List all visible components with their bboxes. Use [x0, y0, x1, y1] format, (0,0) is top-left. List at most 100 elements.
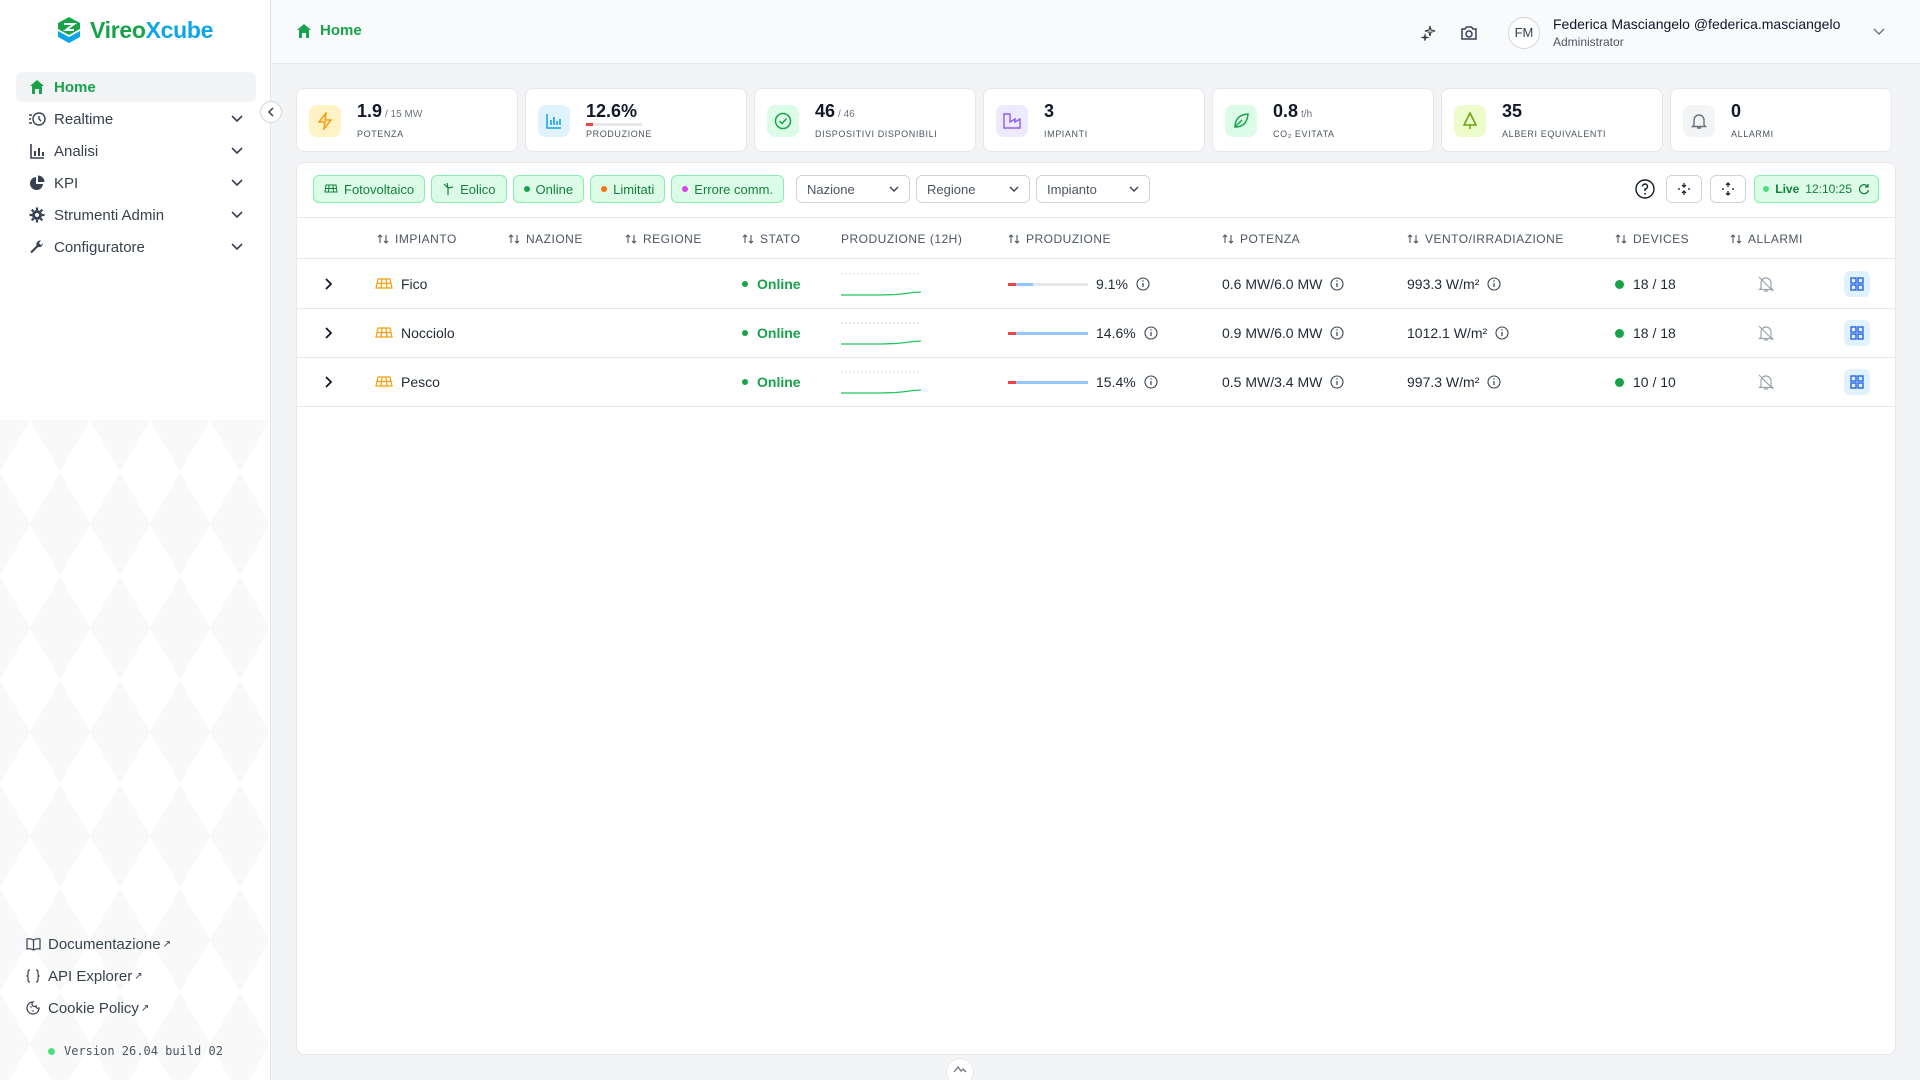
- kpi-card-potenza[interactable]: 1.9/ 15 MW Potenza: [296, 88, 518, 152]
- column-header-regione[interactable]: Regione: [625, 232, 702, 246]
- sparkline-cell: [841, 366, 921, 396]
- production-bar: [1008, 282, 1088, 286]
- nav-item-analisi[interactable]: Analisi: [16, 136, 256, 166]
- column-header-nazione[interactable]: Nazione: [508, 232, 583, 246]
- status-label: Online: [757, 374, 801, 390]
- plant-name-cell[interactable]: Nocciolo: [375, 325, 455, 341]
- nav-item-label: Realtime: [54, 110, 114, 128]
- bottom-panel-toggle[interactable]: [946, 1058, 974, 1080]
- info-icon[interactable]: [1495, 326, 1509, 340]
- filter-chip-eolico[interactable]: Eolico: [431, 175, 507, 203]
- table-row[interactable]: Fico Online 9.1% 0.6 MW/6.0 MW 993.3 W/m…: [297, 260, 1895, 309]
- info-icon[interactable]: [1330, 375, 1344, 389]
- help-circle-icon: [1635, 179, 1655, 199]
- kpi-card-co2[interactable]: 0.8 t/h CO₂ Evitata: [1212, 88, 1434, 152]
- nav-item-strumenti-admin[interactable]: Strumenti Admin: [16, 200, 256, 230]
- column-header-devices[interactable]: Devices: [1615, 232, 1689, 246]
- nav-item-realtime[interactable]: Realtime: [16, 104, 256, 134]
- help-button[interactable]: [1632, 175, 1659, 203]
- column-header-vento[interactable]: Vento/Irradiazione: [1407, 232, 1564, 246]
- nazione-select[interactable]: Nazione: [796, 175, 911, 203]
- kpi-label: Produzione: [586, 129, 653, 139]
- column-label: Impianto: [395, 232, 457, 246]
- status-dot-icon: [742, 330, 748, 336]
- solar-panel-icon: [375, 327, 393, 338]
- impianto-select[interactable]: Impianto: [1036, 175, 1151, 203]
- kpi-card-produzione[interactable]: 12.6% Produzione: [525, 88, 747, 152]
- bell-off-icon: [1758, 374, 1774, 390]
- chevron-down-icon: [231, 179, 243, 187]
- status-dot-icon: [742, 281, 748, 287]
- kpi-card-allarmi[interactable]: 0 Allarmi: [1670, 88, 1892, 152]
- nav-item-configuratore[interactable]: Configuratore: [16, 232, 256, 262]
- kpi-label: CO₂ Evitata: [1273, 129, 1335, 139]
- info-icon[interactable]: [1144, 375, 1158, 389]
- column-label: Regione: [643, 232, 702, 246]
- production-bar: [1008, 331, 1088, 335]
- select-label: Impianto: [1047, 181, 1097, 197]
- info-icon[interactable]: [1136, 277, 1150, 291]
- sidebar-links: Documentazione ↗ API Explorer ↗ Cookie Pol…: [26, 928, 171, 1024]
- plant-dashboard-button[interactable]: [1844, 271, 1870, 297]
- kpi-card-alberi[interactable]: 35 Alberi equivalenti: [1441, 88, 1663, 152]
- info-icon[interactable]: [1144, 326, 1158, 340]
- info-icon[interactable]: [1330, 277, 1344, 291]
- expand-all-button[interactable]: [1710, 175, 1747, 203]
- devices-value: 18 / 18: [1633, 325, 1676, 341]
- tree-icon: [1454, 105, 1486, 137]
- bar-chart-icon: [538, 105, 570, 137]
- column-header-stato[interactable]: Stato: [742, 232, 801, 246]
- plant-name-cell[interactable]: Pesco: [375, 374, 440, 390]
- production-cell: 14.6%: [1008, 325, 1158, 341]
- info-icon[interactable]: [1487, 375, 1501, 389]
- bell-off-icon: [1758, 325, 1774, 341]
- filter-chip-online[interactable]: Online: [512, 175, 585, 203]
- ai-sparkle-button[interactable]: [1418, 22, 1440, 44]
- expand-arrows-icon: [1722, 182, 1735, 196]
- breadcrumb[interactable]: Home: [296, 22, 362, 39]
- status-label: Online: [757, 276, 801, 292]
- row-expand-button[interactable]: [319, 274, 339, 294]
- column-header-allarmi[interactable]: Allarmi: [1730, 232, 1803, 246]
- user-menu-chevron-icon[interactable]: [1872, 24, 1886, 38]
- production-bar-marker: [1008, 282, 1016, 286]
- filter-chip-limitati[interactable]: Limitati: [590, 175, 666, 203]
- table-row[interactable]: Nocciolo Online 14.6% 0.9 MW/6.0 MW 1012…: [297, 309, 1895, 358]
- row-expand-button[interactable]: [319, 323, 339, 343]
- filter-chip-errore-comm[interactable]: Errore comm.: [671, 175, 785, 203]
- info-icon[interactable]: [1330, 326, 1344, 340]
- plant-name-cell[interactable]: Fico: [375, 276, 427, 292]
- documentation-link[interactable]: Documentazione ↗: [26, 928, 171, 960]
- live-dot-icon: [1763, 186, 1770, 192]
- kpi-card-dispositivi[interactable]: 46/ 46 Dispositivi disponibili: [754, 88, 976, 152]
- app-logo[interactable]: VireoXcube: [56, 16, 213, 44]
- api-explorer-link[interactable]: API Explorer ↗: [26, 960, 171, 992]
- kpi-progress-fill: [586, 123, 594, 126]
- nav-item-kpi[interactable]: KPI: [16, 168, 256, 198]
- nav-item-home[interactable]: Home: [16, 72, 256, 102]
- sidebar-collapse-button[interactable]: [260, 101, 282, 123]
- filter-chip-fotovoltaico[interactable]: Fotovoltaico: [313, 175, 426, 203]
- nav-item-label: KPI: [54, 174, 79, 192]
- info-icon[interactable]: [1487, 277, 1501, 291]
- production-bar-fill: [1008, 331, 1088, 335]
- power-cell: 0.9 MW/6.0 MW: [1222, 325, 1344, 341]
- plant-dashboard-button[interactable]: [1844, 369, 1870, 395]
- table-row[interactable]: Pesco Online 15.4% 0.5 MW/3.4 MW 997.3 W…: [297, 358, 1895, 407]
- chip-label: Fotovoltaico: [344, 181, 415, 197]
- user-menu[interactable]: FM Federica Masciangelo @federica.mascia…: [1508, 16, 1840, 49]
- collapse-all-button[interactable]: [1666, 175, 1703, 203]
- device-status-dot-icon: [1615, 279, 1624, 289]
- live-refresh-button[interactable]: Live 12:10:25: [1754, 175, 1879, 203]
- nav-item-label: Configuratore: [54, 238, 145, 256]
- cookie-policy-link[interactable]: Cookie Policy ↗: [26, 992, 171, 1024]
- kpi-card-impianti[interactable]: 3 Impianti: [983, 88, 1205, 152]
- column-header-potenza[interactable]: Potenza: [1222, 232, 1300, 246]
- row-expand-button[interactable]: [319, 372, 339, 392]
- column-header-impianto[interactable]: Impianto: [377, 232, 457, 246]
- screenshot-button[interactable]: [1458, 22, 1480, 44]
- regione-select[interactable]: Regione: [916, 175, 1031, 203]
- sparkline-cell: [841, 317, 921, 347]
- column-header-produzione[interactable]: Produzione: [1008, 232, 1111, 246]
- plant-dashboard-button[interactable]: [1844, 320, 1870, 346]
